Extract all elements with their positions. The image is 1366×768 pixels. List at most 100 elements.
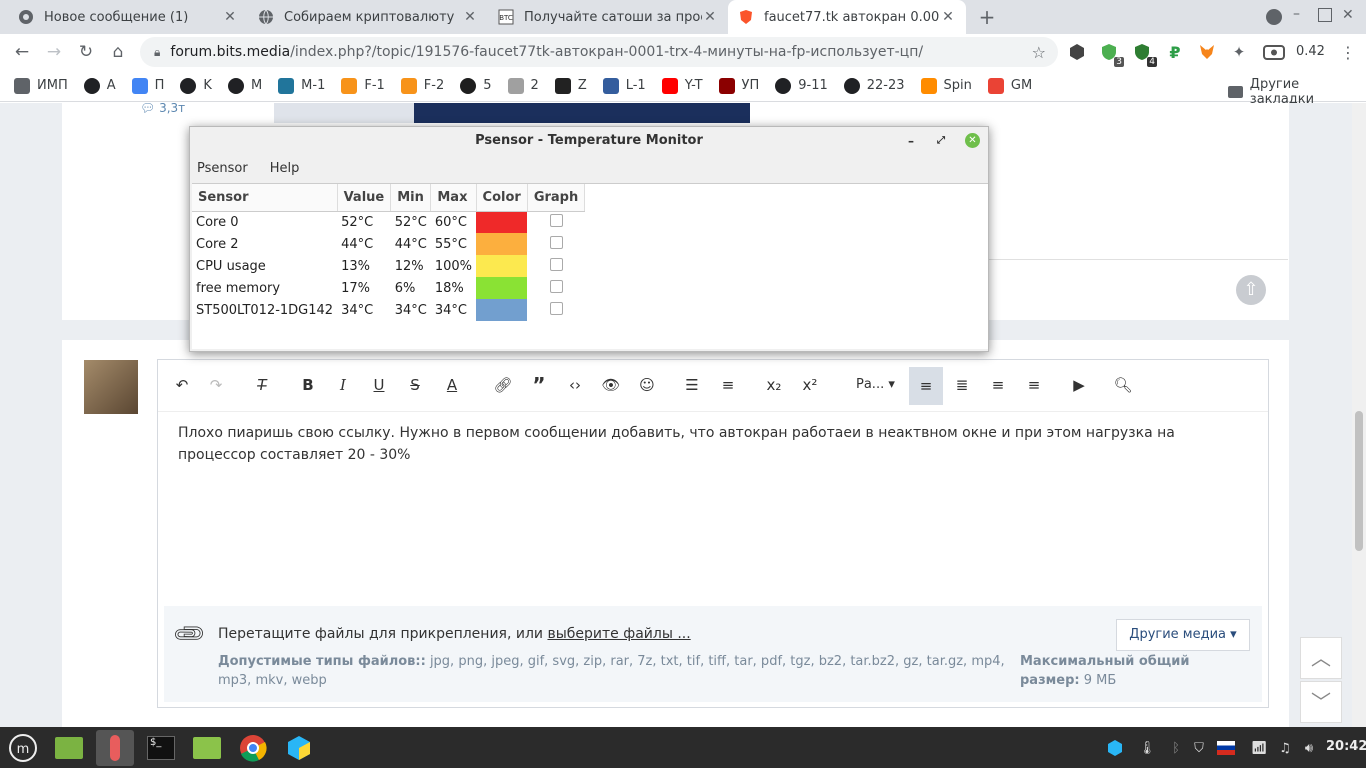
bookmark-item[interactable]: Y-T [661, 77, 703, 94]
undo-icon[interactable]: ↶ [170, 373, 194, 397]
graph-checkbox[interactable] [549, 301, 563, 315]
clear-format-icon[interactable]: T̶ [250, 373, 274, 397]
bookmark-item[interactable]: GM [987, 77, 1032, 94]
bookmark-item[interactable]: УП [718, 77, 759, 94]
bookmark-item[interactable]: A [83, 77, 116, 94]
paragraph-style-select[interactable]: Ра... ▾ [856, 377, 895, 392]
sensor-color-swatch[interactable] [476, 233, 528, 255]
shield-extension-icon[interactable]: 4 [1133, 43, 1157, 67]
menu-kebab-icon[interactable]: ⋮ [1339, 43, 1357, 62]
column-header[interactable]: Value [337, 184, 392, 212]
redo-icon[interactable]: ↷ [204, 373, 228, 397]
bookmark-item[interactable]: M [227, 77, 262, 94]
sensor-color-swatch[interactable] [476, 299, 528, 321]
clock[interactable]: 20:42 [1326, 739, 1366, 754]
scroll-down-button[interactable]: ﹀ [1300, 681, 1342, 723]
bookmark-item[interactable]: F-2 [400, 77, 444, 94]
italic-icon[interactable]: I [331, 373, 355, 397]
minimize-icon[interactable]: – [908, 127, 914, 155]
language-flag-icon[interactable] [1217, 739, 1235, 757]
align-center-icon[interactable]: ≡ [986, 373, 1010, 397]
puzzle-extensions-icon[interactable]: ✦ [1230, 43, 1248, 61]
spoiler-eye-icon[interactable]: 👁︎ [599, 373, 623, 397]
scroll-up-button[interactable]: ︿ [1300, 637, 1342, 679]
tab-satoshi[interactable]: BTC Получайте сатоши за просм ✕ [488, 0, 728, 34]
bullet-list-icon[interactable]: ☰ [680, 373, 704, 397]
close-icon[interactable]: ✕ [965, 133, 980, 148]
volume-icon[interactable]: 🔊︎ [1300, 739, 1318, 757]
align-left-button[interactable]: ≡ [909, 367, 943, 405]
page-scrollbar[interactable] [1352, 103, 1366, 727]
tab-search-icon[interactable] [1266, 9, 1282, 25]
close-icon[interactable]: ✕ [940, 9, 956, 25]
psensor-taskbar-icon[interactable] [96, 729, 134, 766]
forward-arrow-icon[interactable]: → [38, 36, 70, 68]
quote-icon[interactable]: ” [527, 373, 551, 397]
bookmark-item[interactable]: F-1 [341, 77, 385, 94]
metamask-fox-icon[interactable] [1198, 43, 1216, 61]
thermometer-tray-icon[interactable]: 🌡︎ [1138, 739, 1156, 757]
bookmark-item[interactable]: ИМП [14, 77, 68, 94]
graph-checkbox[interactable] [549, 213, 563, 227]
tab-faucet77[interactable]: faucet77.tk автокран 0.001 TR ✕ [728, 0, 966, 34]
bookmark-item[interactable]: Z [554, 77, 587, 94]
cube-extension-icon[interactable] [1068, 43, 1086, 61]
table-row[interactable]: Core 0 52°C 52°C 60°C [192, 211, 585, 233]
bold-icon[interactable]: B [296, 373, 320, 397]
bookmark-item[interactable]: 5 [460, 77, 492, 94]
sensor-color-swatch[interactable] [476, 211, 528, 233]
superscript-icon[interactable]: x² [798, 373, 822, 397]
menu-help[interactable]: Help [270, 161, 300, 176]
wallet-extension-icon[interactable] [1262, 43, 1286, 61]
column-header[interactable]: Max [430, 184, 477, 212]
close-icon[interactable]: ✕ [222, 9, 238, 25]
column-header[interactable]: Min [390, 184, 432, 212]
shield-extension-icon[interactable]: 3 [1100, 43, 1124, 67]
terminal-icon[interactable]: $_ [142, 730, 180, 766]
bookmark-item[interactable]: 9-11 [775, 77, 828, 94]
scroll-top-arrow-icon[interactable]: ⇧ [1236, 275, 1266, 305]
maximize-icon[interactable]: ⤢ [937, 127, 945, 155]
font-color-icon[interactable]: A [440, 373, 464, 397]
table-row[interactable]: ST500LT012-1DG142 34°C 34°C 34°C [192, 299, 585, 321]
bookmark-item[interactable]: K [180, 77, 212, 94]
attachment-area[interactable]: 📎︎ Перетащите файлы для прикрепления, ил… [164, 606, 1262, 702]
tab-crypto[interactable]: Собираем криптовалюту ✕ [248, 0, 488, 34]
table-row[interactable]: CPU usage 13% 12% 100% [192, 255, 585, 277]
bookmark-item[interactable]: M-1 [278, 77, 325, 94]
strikethrough-icon[interactable]: S [403, 373, 427, 397]
files-icon[interactable] [188, 730, 226, 766]
table-row[interactable]: free memory 17% 6% 18% [192, 277, 585, 299]
align-justify-icon[interactable]: ≣ [950, 373, 974, 397]
sensor-color-swatch[interactable] [476, 277, 528, 299]
preview-icon[interactable]: 🔍︎ [1111, 373, 1135, 397]
align-right-icon[interactable]: ≡ [1022, 373, 1046, 397]
numbered-list-icon[interactable]: ≡ [716, 373, 740, 397]
video-embed-icon[interactable]: ▶ [1067, 373, 1091, 397]
chrome-icon[interactable] [234, 730, 272, 766]
wifi-icon[interactable]: 📶︎ [1250, 739, 1268, 757]
back-arrow-icon[interactable]: ← [6, 36, 38, 68]
graph-checkbox[interactable] [549, 235, 563, 249]
shield-tray-icon[interactable]: ⛉ [1190, 739, 1208, 757]
show-desktop-icon[interactable] [50, 730, 88, 766]
graph-checkbox[interactable] [549, 279, 563, 293]
underline-icon[interactable]: U [367, 373, 391, 397]
cube-tray-icon[interactable] [1106, 739, 1124, 757]
window-close-icon[interactable]: ✕ [1342, 7, 1358, 23]
sensor-color-swatch[interactable] [476, 255, 528, 277]
bookmark-item[interactable]: 2 [507, 77, 539, 94]
subscript-icon[interactable]: x₂ [762, 373, 786, 397]
bookmark-item[interactable]: П [131, 77, 164, 94]
reload-icon[interactable]: ↻ [70, 36, 102, 68]
bookmark-star-icon[interactable]: ☆ [1032, 43, 1046, 62]
minimize-icon[interactable]: – [1293, 6, 1309, 26]
address-bar[interactable]: 🔒︎ forum.bits.media /index.php?/topic/19… [140, 37, 1058, 67]
table-row[interactable]: Core 2 44°C 44°C 55°C [192, 233, 585, 255]
new-tab-button[interactable]: + [977, 5, 997, 29]
bookmark-item[interactable]: Spin [920, 77, 972, 94]
menu-psensor[interactable]: Psensor [197, 161, 248, 176]
ruble-extension-icon[interactable]: ₽ [1166, 43, 1184, 62]
home-icon[interactable]: ⌂ [102, 36, 134, 68]
bookmark-item[interactable]: L-1 [602, 77, 646, 94]
